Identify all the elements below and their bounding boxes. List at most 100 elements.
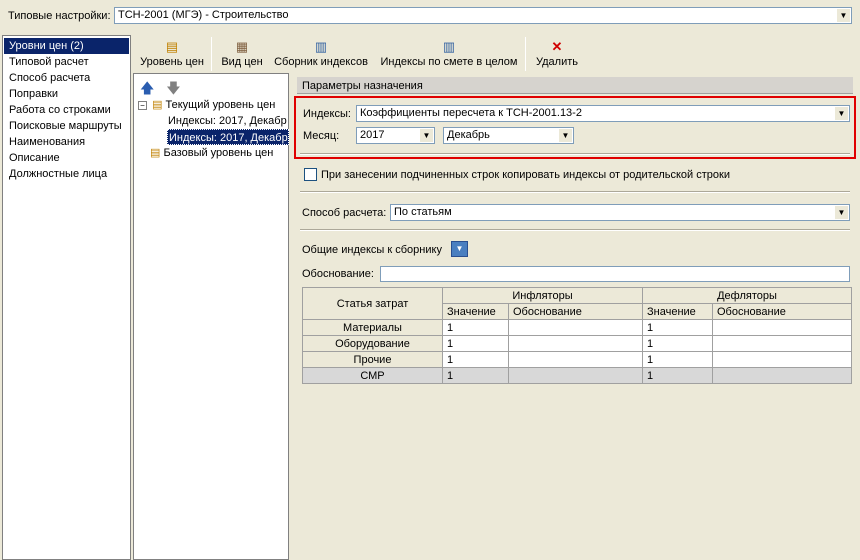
tree-node-label: Текущий уровень цен [165,99,276,111]
def-basis-cell[interactable] [712,319,852,336]
tree-node-current-level[interactable]: − ▤ Текущий уровень цен [138,97,275,113]
picker-icon[interactable]: ▼ [451,241,468,257]
price-level-icon: ▤ [165,39,179,54]
table-row[interactable]: СМР 1 1 [302,367,852,384]
row-name: Прочие [302,351,443,368]
section-header: Параметры назначения [297,77,853,94]
indexes-whole-label: Индексы по смете в целом [380,56,518,68]
def-basis-cell[interactable] [712,335,852,352]
table-row[interactable]: Оборудование 1 1 [302,335,852,352]
basis-input[interactable] [380,266,850,282]
price-level-icon: ▤ [152,99,163,111]
collapse-icon[interactable]: − [138,101,147,110]
typical-settings-select[interactable]: ТСН-2001 (МГЭ) - Строительство ▼ [114,7,852,24]
inf-value-cell[interactable]: 1 [442,335,509,352]
inf-value-cell[interactable]: 1 [442,367,509,384]
inf-basis-cell[interactable] [508,335,643,352]
index-collection-button[interactable]: ▥ Сборник индексов [271,35,371,73]
year-value: 2017 [360,129,385,141]
col-inf-value: Значение [442,303,509,320]
nav-item-row-work[interactable]: Работа со строками [3,102,130,118]
price-level-label: Уровень цен [140,56,204,68]
chevron-down-icon[interactable]: ▼ [835,206,848,219]
typical-settings-label: Типовые настройки: [8,10,111,22]
nav-item-description[interactable]: Описание [3,150,130,166]
inf-value-cell[interactable]: 1 [442,319,509,336]
basis-label: Обоснование: [302,268,374,280]
calc-method-label: Способ расчета: [302,207,387,219]
row-name: Материалы [302,319,443,336]
typical-settings-value: ТСН-2001 (МГЭ) - Строительство [118,9,289,21]
copy-indexes-checkbox[interactable] [304,168,317,181]
def-basis-cell[interactable] [712,351,852,368]
def-value-cell[interactable]: 1 [642,335,713,352]
tree-node-label: Базовый уровень цен [163,147,274,159]
common-indexes-label: Общие индексы к сборнику [302,244,442,256]
col-inflators: Инфляторы [442,287,643,304]
col-cost-article: Статья затрат [302,287,443,320]
index-collection-label: Сборник индексов [274,56,368,68]
indexes-whole-icon: ▥ [442,39,456,54]
chevron-down-icon[interactable]: ▼ [420,129,433,142]
nav-item-typical-calc[interactable]: Типовой расчет [3,54,130,70]
delete-label: Удалить [536,56,578,68]
inf-basis-cell[interactable] [508,319,643,336]
nav-item-search-routes[interactable]: Поисковые маршруты [3,118,130,134]
tree-node-index-1[interactable]: Индексы: 2017, Декабр [168,113,287,129]
chevron-down-icon[interactable]: ▼ [835,107,848,120]
chevron-down-icon[interactable]: ▼ [559,129,572,142]
table-row[interactable]: Материалы 1 1 [302,319,852,336]
row-name: СМР [302,367,443,384]
nav-item-officials[interactable]: Должностные лица [3,166,130,182]
divider [300,153,850,155]
top-settings-bar: Типовые настройки: ТСН-2001 (МГЭ) - Стро… [0,0,860,32]
price-view-button[interactable]: ▦ Вид цен [217,35,267,73]
inf-basis-cell[interactable] [508,351,643,368]
indexes-whole-button[interactable]: ▥ Индексы по смете в целом [377,35,521,73]
month-select[interactable]: Декабрь ▼ [443,127,574,144]
delete-button[interactable]: ✕ Удалить [531,35,583,73]
table-row[interactable]: Прочие 1 1 [302,351,852,368]
col-def-value: Значение [642,303,713,320]
divider [300,191,850,193]
price-level-button[interactable]: ▤ Уровень цен [137,35,207,73]
indexes-label: Индексы: [303,108,351,120]
def-value-cell[interactable]: 1 [642,367,713,384]
tree-node-index-2[interactable]: Индексы: 2017, Декабр [167,129,289,145]
nav-item-corrections[interactable]: Поправки [3,86,130,102]
arrow-up-icon[interactable]: 🡅 [140,80,154,96]
calc-method-value: По статьям [394,206,452,218]
price-view-label: Вид цен [221,56,263,68]
nav-item-calc-method[interactable]: Способ расчета [3,70,130,86]
tree-node-label: Индексы: 2017, Декабр [168,115,287,127]
tree-node-label: Индексы: 2017, Декабр [169,132,288,144]
price-level-icon: ▤ [150,147,161,159]
col-def-basis: Обоснование [712,303,852,320]
arrow-down-icon[interactable]: 🡇 [166,80,180,96]
row-name: Оборудование [302,335,443,352]
nav-item-names[interactable]: Наименования [3,134,130,150]
indexes-select[interactable]: Коэффициенты пересчета к ТСН-2001.13-2 ▼ [356,105,850,122]
divider [300,229,850,231]
month-label: Месяц: [303,130,340,142]
col-inf-basis: Обоснование [508,303,643,320]
col-deflators: Дефляторы [642,287,852,304]
calc-method-select[interactable]: По статьям ▼ [390,204,850,221]
toolbar: ▤ Уровень цен ▦ Вид цен ▥ Сборник индекс… [133,35,860,73]
close-icon: ✕ [551,39,563,54]
inf-value-cell[interactable]: 1 [442,351,509,368]
assignment-params-panel: Параметры назначения Индексы: Коэффициен… [293,73,860,560]
tree-node-base-level[interactable]: ▤ Базовый уровень цен [150,145,273,161]
def-value-cell[interactable]: 1 [642,351,713,368]
month-value: Декабрь [447,129,490,141]
price-level-tree: 🡅 🡇 − ▤ Текущий уровень цен Индексы: 201… [133,73,289,560]
books-icon: ▥ [314,39,328,54]
cost-indexes-table: Статья затрат Инфляторы Дефляторы Значен… [302,287,852,384]
year-select[interactable]: 2017 ▼ [356,127,435,144]
inf-basis-cell[interactable] [508,367,643,384]
copy-indexes-label: При занесении подчиненных строк копирова… [321,169,730,181]
chevron-down-icon[interactable]: ▼ [837,9,850,22]
def-basis-cell[interactable] [712,367,852,384]
def-value-cell[interactable]: 1 [642,319,713,336]
nav-item-price-levels[interactable]: Уровни цен (2) [4,38,129,54]
